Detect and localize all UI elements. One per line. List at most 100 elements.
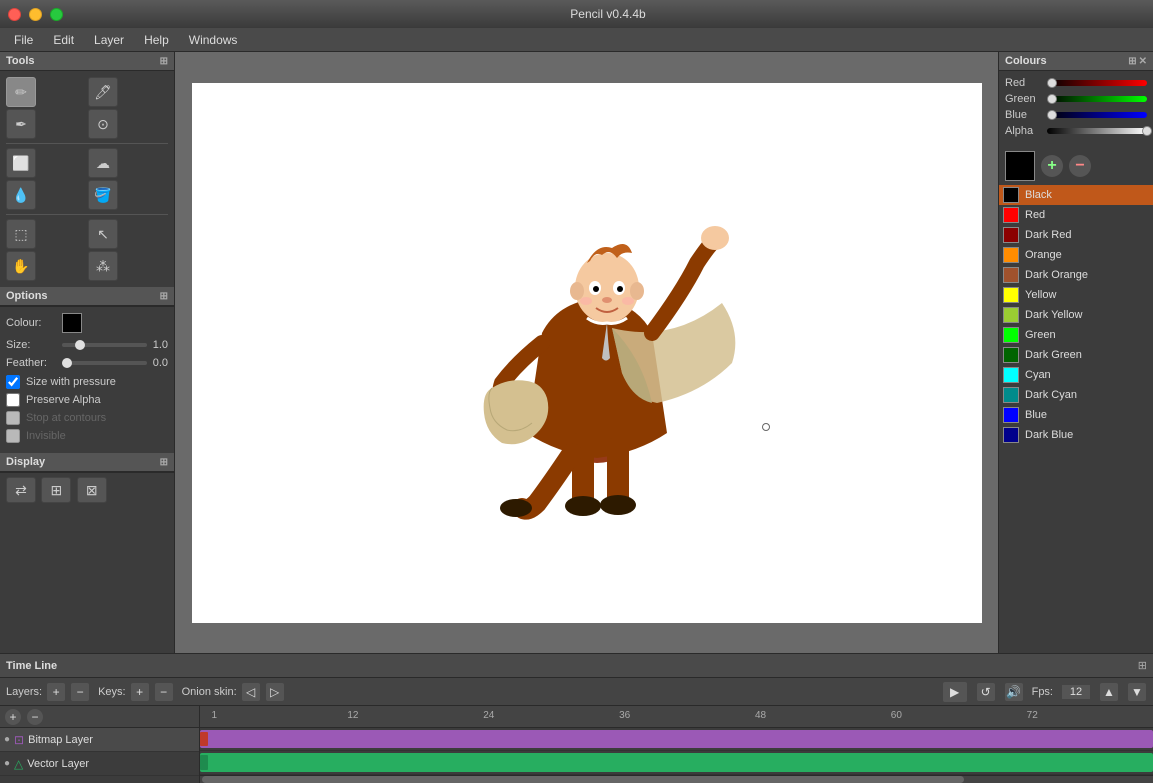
timeline-layers: + − ● ⊡ Bitmap Layer ● △ Vector Layer 11… xyxy=(0,706,1153,783)
colour-item-dark-green[interactable]: Dark Green xyxy=(999,345,1153,365)
drawing-canvas[interactable] xyxy=(192,83,982,623)
size-slider[interactable] xyxy=(62,343,147,347)
keys-control-group: Keys: + − xyxy=(98,682,174,702)
colours-collapse-icon[interactable]: ⊞ xyxy=(1128,56,1136,67)
bitmap-layer-row[interactable]: ● ⊡ Bitmap Layer xyxy=(0,728,199,752)
minimize-button[interactable] xyxy=(29,8,42,21)
tool-eyedropper[interactable]: 💧 xyxy=(6,180,36,210)
colour-item-black[interactable]: Black xyxy=(999,185,1153,205)
tool-pencil[interactable]: ✏ xyxy=(6,77,36,107)
invisible-checkbox[interactable] xyxy=(6,429,20,443)
colour-item-dark-yellow[interactable]: Dark Yellow xyxy=(999,305,1153,325)
bitmap-layer-visibility-icon[interactable]: ● xyxy=(4,734,10,745)
colour-item-red[interactable]: Red xyxy=(999,205,1153,225)
menu-edit[interactable]: Edit xyxy=(43,31,84,49)
tool-move[interactable]: ↖ xyxy=(88,219,118,249)
colours-header: Colours ⊞ ✕ xyxy=(999,52,1153,71)
colour-item-dark-orange[interactable]: Dark Orange xyxy=(999,265,1153,285)
tools-collapse-icon[interactable]: ⊞ xyxy=(160,56,168,67)
menu-layer[interactable]: Layer xyxy=(84,31,134,49)
titlebar: Pencil v0.4.4b xyxy=(0,0,1153,28)
remove-layer-button[interactable]: − xyxy=(70,682,90,702)
remove-layer-small-button[interactable]: − xyxy=(26,708,44,726)
red-slider[interactable] xyxy=(1047,80,1147,86)
bitmap-layer-track[interactable] xyxy=(200,728,1153,752)
size-pressure-label: Size with pressure xyxy=(26,376,116,388)
vector-layer-track[interactable] xyxy=(200,751,1153,775)
colour-item-cyan[interactable]: Cyan xyxy=(999,365,1153,385)
tools-title: Tools xyxy=(6,55,35,67)
fps-input[interactable]: 12 xyxy=(1061,684,1091,700)
fps-up-button[interactable]: ▲ xyxy=(1099,682,1119,702)
colour-dot xyxy=(1003,207,1019,223)
menu-help[interactable]: Help xyxy=(134,31,179,49)
sound-button[interactable]: 🔊 xyxy=(1004,682,1024,702)
colour-item-blue[interactable]: Blue xyxy=(999,405,1153,425)
colour-preview-swatch[interactable] xyxy=(1005,151,1035,181)
colour-swatch[interactable] xyxy=(62,313,82,333)
tool-pen[interactable]: 🖊 xyxy=(88,77,118,107)
menu-file[interactable]: File xyxy=(4,31,43,49)
tool-hand[interactable]: ✋ xyxy=(6,251,36,281)
add-layer-button[interactable]: + xyxy=(46,682,66,702)
size-pressure-checkbox[interactable] xyxy=(6,375,20,389)
tool-wand[interactable]: ⁂ xyxy=(88,251,118,281)
frame-number-1: 1 xyxy=(212,710,218,721)
fps-down-button[interactable]: ▼ xyxy=(1127,682,1147,702)
tool-eraser[interactable]: ⬜ xyxy=(6,148,36,178)
colours-close-icon[interactable]: ✕ xyxy=(1139,56,1147,67)
tool-fill[interactable]: 🪣 xyxy=(88,180,118,210)
tool-lasso[interactable]: ⊙ xyxy=(88,109,118,139)
vector-layer-visibility-icon[interactable]: ● xyxy=(4,758,10,769)
tool-select[interactable]: ⬚ xyxy=(6,219,36,249)
vector-layer-row[interactable]: ● △ Vector Layer xyxy=(0,752,199,776)
tool-quill[interactable]: ✒ xyxy=(6,109,36,139)
stop-contours-checkbox[interactable] xyxy=(6,411,20,425)
add-layer-small-button[interactable]: + xyxy=(4,708,22,726)
colour-item-label: Dark Cyan xyxy=(1025,389,1077,401)
colour-item-dark-blue[interactable]: Dark Blue xyxy=(999,425,1153,445)
colour-item-label: Dark Yellow xyxy=(1025,309,1082,321)
size-row: Size: 1.0 xyxy=(6,339,168,351)
colour-dot xyxy=(1003,347,1019,363)
feather-slider[interactable] xyxy=(62,361,147,365)
colour-item-yellow[interactable]: Yellow xyxy=(999,285,1153,305)
colour-item-dark-cyan[interactable]: Dark Cyan xyxy=(999,385,1153,405)
blue-slider[interactable] xyxy=(1047,112,1147,118)
timeline-frames: 1122436486072 xyxy=(200,706,1153,783)
menu-windows[interactable]: Windows xyxy=(179,31,248,49)
tool-smudge[interactable]: ☁ xyxy=(88,148,118,178)
onion-control-group: Onion skin: ◁ ▷ xyxy=(182,682,285,702)
timeline-scrollbar[interactable] xyxy=(200,775,1153,783)
alpha-slider[interactable] xyxy=(1047,128,1147,134)
remove-key-button[interactable]: − xyxy=(154,682,174,702)
onion-next-button[interactable]: ▷ xyxy=(265,682,285,702)
colour-dot xyxy=(1003,307,1019,323)
display-grid-button[interactable]: ⊞ xyxy=(41,477,71,503)
timeline-expand-icon[interactable]: ⊞ xyxy=(1138,659,1147,672)
close-button[interactable] xyxy=(8,8,21,21)
add-colour-button[interactable]: + xyxy=(1041,155,1063,177)
remove-colour-button[interactable]: − xyxy=(1069,155,1091,177)
display-arrows-button[interactable]: ⇄ xyxy=(6,477,36,503)
green-slider[interactable] xyxy=(1047,96,1147,102)
maximize-button[interactable] xyxy=(50,8,63,21)
right-panel: Colours ⊞ ✕ Red Green Blue xyxy=(998,52,1153,653)
colour-item-label: Dark Red xyxy=(1025,229,1071,241)
vector-layer-type-icon: △ xyxy=(14,757,23,771)
colour-item-dark-red[interactable]: Dark Red xyxy=(999,225,1153,245)
canvas-area[interactable] xyxy=(175,52,998,653)
stop-button[interactable]: ↺ xyxy=(976,682,996,702)
stop-contours-label: Stop at contours xyxy=(26,412,106,424)
onion-prev-button[interactable]: ◁ xyxy=(241,682,261,702)
preserve-alpha-checkbox[interactable] xyxy=(6,393,20,407)
colour-item-green[interactable]: Green xyxy=(999,325,1153,345)
play-button[interactable]: ▶ xyxy=(942,681,968,703)
bitmap-keyframe-1 xyxy=(200,732,208,747)
options-collapse-icon[interactable]: ⊞ xyxy=(160,291,168,302)
display-overlay-button[interactable]: ⊠ xyxy=(77,477,107,503)
display-collapse-icon[interactable]: ⊞ xyxy=(160,457,168,468)
colour-item-orange[interactable]: Orange xyxy=(999,245,1153,265)
timeline-controls: Layers: + − Keys: + − Onion skin: ◁ ▷ ▶ … xyxy=(0,678,1153,706)
add-key-button[interactable]: + xyxy=(130,682,150,702)
